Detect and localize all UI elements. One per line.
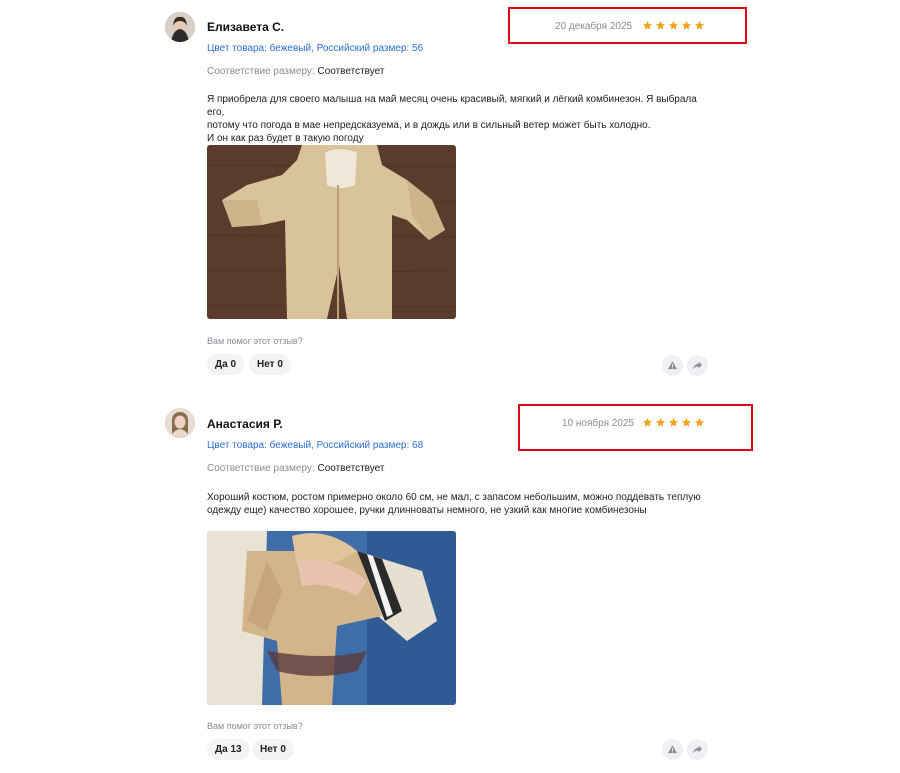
star-icon [668, 417, 679, 428]
review-date: 10 ноября 2025 [562, 418, 635, 429]
helpful-yes-button[interactable]: Да 13 [207, 739, 250, 760]
star-icon [642, 20, 653, 31]
star-icon [655, 20, 666, 31]
star-icon [655, 417, 666, 428]
star-icon [694, 20, 705, 31]
helpful-no-button[interactable]: Нет 0 [249, 354, 291, 375]
review-text-line: одежду еще) качество хорошее, ручки длин… [207, 505, 647, 516]
review-text-line: потому что погода в мае непредсказуема, … [207, 120, 651, 131]
helpful-question: Вам помог этот отзыв? [207, 721, 303, 731]
share-button[interactable] [687, 355, 708, 376]
share-icon [692, 361, 703, 370]
review-text-line: Я приобрела для своего малыша на май мес… [207, 94, 697, 118]
size-fit-value: Соответствует [317, 463, 385, 474]
review-text: Я приобрела для своего малыша на май мес… [207, 93, 707, 145]
review-text: Хороший костюм, ростом примерно около 60… [207, 491, 707, 517]
report-button[interactable] [662, 355, 683, 376]
review-photo[interactable] [207, 531, 456, 705]
star-icon [681, 417, 692, 428]
product-variant-link[interactable]: Цвет товара: бежевый, Российский размер:… [207, 43, 423, 54]
product-variant-link[interactable]: Цвет товара: бежевый, Российский размер:… [207, 440, 423, 451]
avatar[interactable] [165, 12, 195, 42]
author-name[interactable]: Елизавета С. [207, 20, 284, 34]
avatar[interactable] [165, 408, 195, 438]
star-icon [694, 417, 705, 428]
warning-icon [667, 361, 678, 370]
review-text-line: Хороший костюм, ростом примерно около 60… [207, 492, 701, 503]
rating-stars [642, 20, 705, 31]
star-icon [642, 417, 653, 428]
rating-stars [642, 417, 705, 428]
author-name[interactable]: Анастасия Р. [207, 417, 283, 431]
star-icon [681, 20, 692, 31]
size-fit: Соответствие размеру: Соответствует [207, 463, 384, 474]
size-fit: Соответствие размеру: Соответствует [207, 66, 384, 77]
review-text-line: И он как раз будет в такую погоду [207, 133, 364, 144]
warning-icon [667, 745, 678, 754]
size-fit-value: Соответствует [317, 66, 385, 77]
report-button[interactable] [662, 739, 683, 760]
share-button[interactable] [687, 739, 708, 760]
size-fit-label: Соответствие размеру: [207, 463, 315, 474]
highlight-box [518, 404, 753, 451]
review-date: 20 декабря 2025 [555, 21, 633, 32]
size-fit-label: Соответствие размеру: [207, 66, 315, 77]
helpful-no-button[interactable]: Нет 0 [252, 739, 294, 760]
star-icon [668, 20, 679, 31]
helpful-question: Вам помог этот отзыв? [207, 336, 303, 346]
review-photo[interactable] [207, 145, 456, 319]
share-icon [692, 745, 703, 754]
helpful-yes-button[interactable]: Да 0 [207, 354, 245, 375]
